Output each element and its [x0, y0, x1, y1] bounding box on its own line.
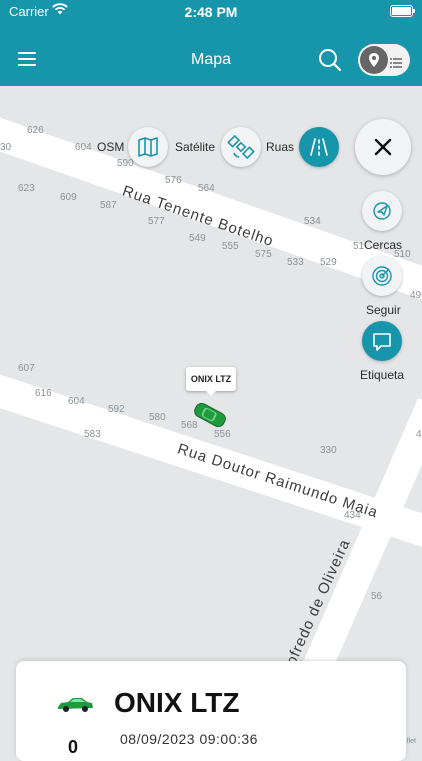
vehicle-card[interactable]: ONIX LTZ 0 08/09/2023 09:00:36 [16, 661, 406, 761]
road-icon [310, 138, 328, 156]
list-icon [390, 55, 402, 73]
car-icon [194, 402, 226, 428]
house-number: 549 [189, 233, 206, 244]
house-number: 576 [165, 175, 182, 186]
satellite-layer-label[interactable]: Satélite [175, 140, 215, 154]
close-button[interactable] [355, 119, 411, 175]
osm-layer-button[interactable] [128, 127, 168, 167]
vehicle-marker-label[interactable]: ONIX LTZ [186, 367, 236, 396]
streets-layer-button[interactable] [299, 127, 339, 167]
house-number: 616 [35, 388, 52, 399]
house-number: 56 [371, 591, 383, 602]
house-number: 4 [416, 429, 422, 440]
house-number: 564 [198, 183, 215, 194]
vehicle-speed: 0 [68, 737, 79, 757]
house-number: 607 [18, 363, 35, 374]
house-number: 533 [287, 257, 304, 268]
house-number: 604 [75, 142, 92, 153]
top-bar: Carrier 2:48 PM Mapa [0, 0, 422, 86]
search-icon [319, 49, 342, 72]
chat-bubble-icon [373, 333, 391, 351]
label-label: Etiqueta [360, 368, 405, 382]
house-number: 575 [255, 249, 272, 260]
house-number: 577 [148, 216, 165, 227]
house-number: 626 [27, 125, 44, 136]
follow-label: Seguir [366, 303, 401, 317]
house-number: 30 [0, 142, 12, 153]
house-number: 623 [18, 183, 35, 194]
car-icon [56, 697, 94, 718]
status-bar: Carrier 2:48 PM [0, 0, 422, 24]
map-list-toggle[interactable] [358, 44, 410, 76]
house-number: 583 [84, 429, 101, 440]
label-button[interactable] [362, 321, 402, 361]
house-number: 49 [410, 290, 422, 301]
search-button[interactable] [318, 48, 342, 72]
map-fold-icon [138, 137, 158, 157]
house-number: 330 [320, 445, 337, 456]
fences-label: Cercas [364, 238, 403, 252]
house-number: 529 [320, 257, 337, 268]
osm-layer-label[interactable]: OSM [97, 140, 124, 154]
house-number: 580 [149, 412, 166, 423]
house-number: 51 [353, 241, 365, 252]
house-number: 592 [108, 404, 125, 415]
map-pin-icon [360, 46, 388, 74]
close-icon [374, 138, 392, 156]
radar-icon [372, 266, 392, 286]
house-number: 587 [100, 200, 117, 211]
satellite-layer-button[interactable] [221, 127, 261, 167]
house-number: 555 [222, 241, 239, 252]
streets-layer-label[interactable]: Ruas [266, 140, 294, 154]
vehicle-datetime: 08/09/2023 09:00:36 [120, 731, 258, 747]
battery-icon [390, 5, 415, 17]
follow-button[interactable] [362, 256, 402, 296]
house-number: 534 [304, 216, 321, 227]
house-number: 604 [68, 396, 85, 407]
fences-button[interactable] [362, 191, 402, 231]
status-time: 2:48 PM [184, 4, 238, 20]
navigation-arrow-icon [373, 202, 391, 220]
vehicle-name: ONIX LTZ [114, 687, 240, 718]
satellite-icon [227, 134, 255, 160]
map-attribution: flet [406, 738, 416, 745]
house-number: 609 [60, 192, 77, 203]
vehicle-marker[interactable] [190, 400, 230, 435]
